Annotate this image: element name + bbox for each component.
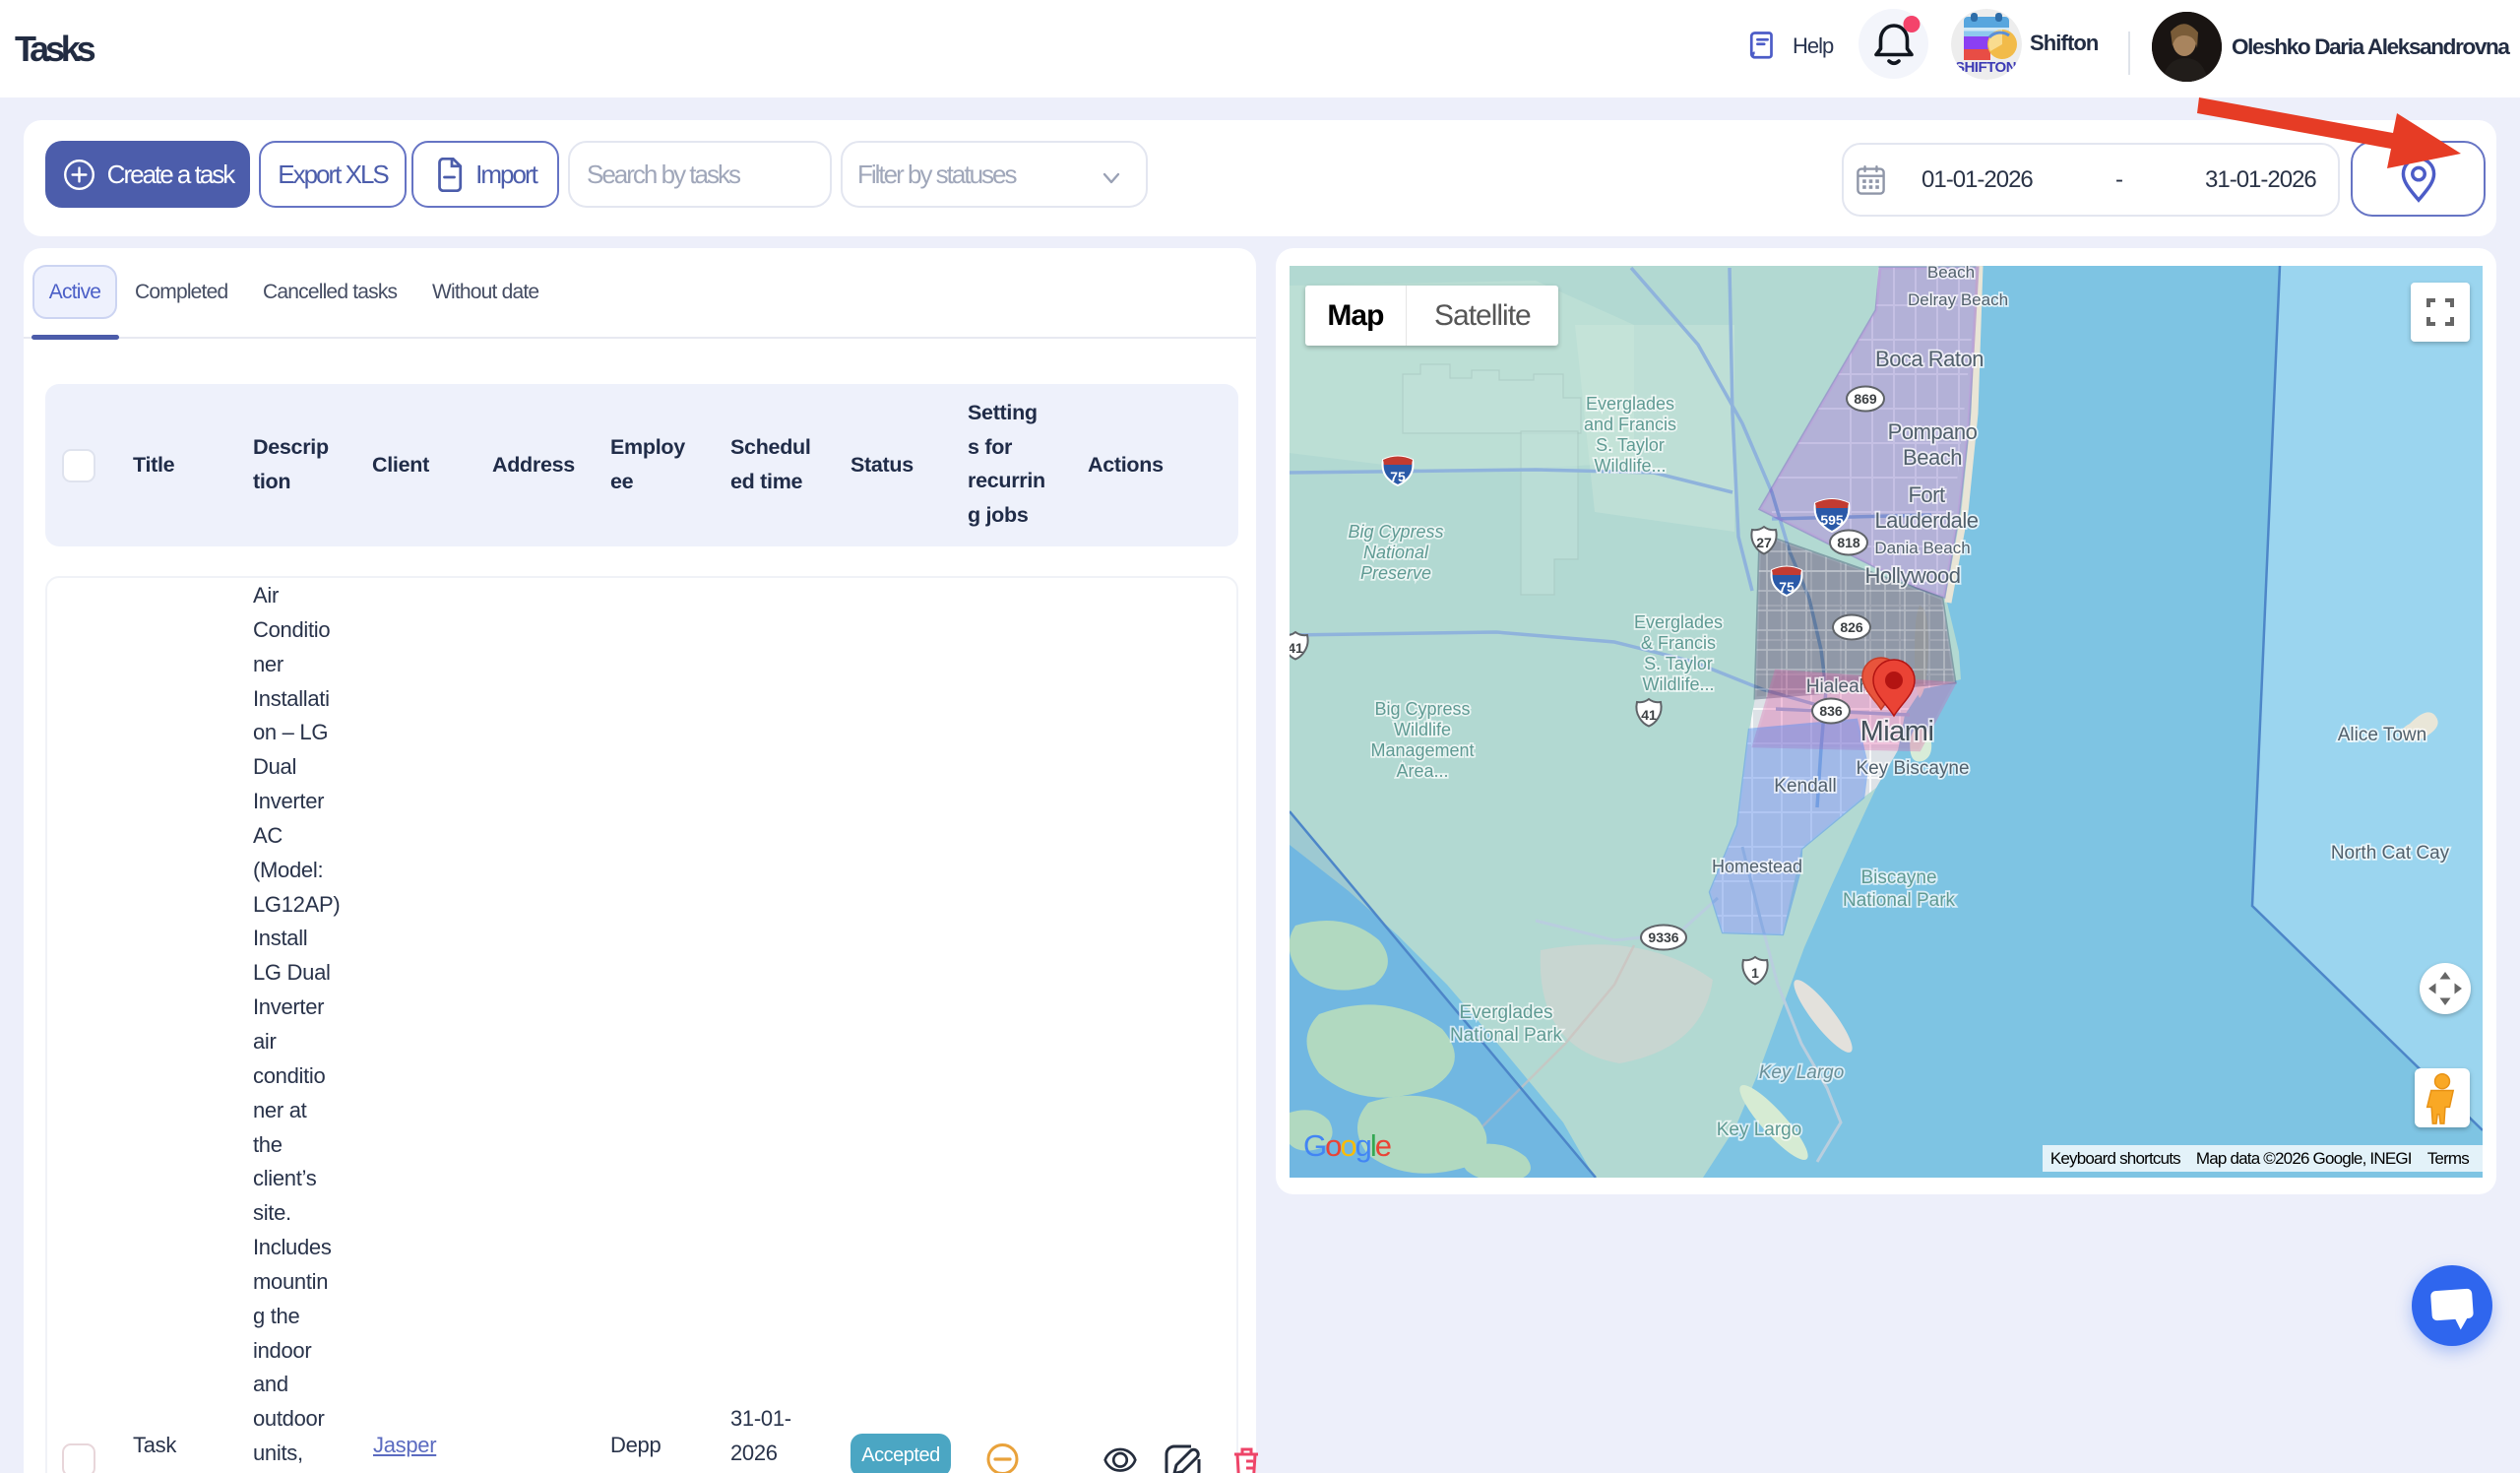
svg-text:75: 75 (1390, 469, 1406, 484)
svg-text:Lauderdale: Lauderdale (1874, 508, 1978, 533)
svg-text:Beach: Beach (1903, 445, 1962, 470)
svg-text:869: 869 (1854, 391, 1877, 407)
svg-text:Homestead: Homestead (1712, 857, 1802, 876)
svg-text:Big Cypress: Big Cypress (1348, 522, 1443, 542)
svg-text:S. Taylor: S. Taylor (1596, 435, 1665, 455)
svg-text:Beach: Beach (1927, 266, 1975, 282)
svg-text:Hialeah: Hialeah (1806, 676, 1869, 697)
svg-text:Wildlife: Wildlife (1394, 720, 1451, 739)
svg-text:836: 836 (1819, 703, 1843, 719)
svg-text:41: 41 (1290, 640, 1303, 656)
svg-text:Key Largo: Key Largo (1717, 1120, 1802, 1140)
svg-text:Everglades: Everglades (1459, 1002, 1552, 1023)
svg-text:Biscayne: Biscayne (1860, 867, 1936, 888)
svg-text:Preserve: Preserve (1360, 563, 1431, 583)
svg-text:595: 595 (1820, 512, 1844, 528)
svg-text:1: 1 (1751, 965, 1759, 981)
svg-text:Miami: Miami (1860, 716, 1934, 747)
svg-text:826: 826 (1840, 619, 1863, 635)
svg-text:Area...: Area... (1396, 761, 1448, 781)
svg-text:National Park: National Park (1450, 1025, 1563, 1046)
svg-text:Delray Beach: Delray Beach (1908, 290, 2008, 309)
svg-text:S. Taylor: S. Taylor (1644, 654, 1713, 673)
svg-text:Big Cypress: Big Cypress (1374, 699, 1470, 719)
svg-text:National Park: National Park (1843, 890, 1956, 911)
svg-text:Kendall: Kendall (1774, 776, 1836, 797)
svg-text:& Francis: & Francis (1641, 633, 1716, 653)
svg-text:Everglades: Everglades (1586, 394, 1674, 414)
svg-text:41: 41 (1641, 707, 1657, 723)
svg-text:Pompano: Pompano (1888, 419, 1978, 444)
svg-text:Alice Town: Alice Town (2338, 725, 2426, 745)
svg-text:818: 818 (1837, 535, 1860, 550)
svg-text:Hollywood: Hollywood (1865, 563, 1961, 588)
svg-text:SHIFTON: SHIFTON (1955, 59, 2016, 76)
svg-text:National: National (1363, 543, 1429, 562)
svg-text:Everglades: Everglades (1634, 612, 1723, 632)
svg-text:9336: 9336 (1648, 929, 1678, 945)
svg-text:North Cat Cay: North Cat Cay (2331, 843, 2450, 864)
svg-text:Management: Management (1370, 740, 1474, 760)
svg-text:Key Largo: Key Largo (1759, 1062, 1845, 1083)
svg-text:Boca Raton: Boca Raton (1875, 347, 1984, 371)
svg-text:Dania Beach: Dania Beach (1874, 539, 1970, 557)
svg-text:27: 27 (1756, 535, 1772, 550)
svg-text:Key Biscayne: Key Biscayne (1856, 758, 1969, 779)
svg-text:75: 75 (1779, 579, 1795, 595)
svg-text:Fort: Fort (1908, 482, 1945, 507)
svg-text:and Francis: and Francis (1584, 415, 1676, 434)
svg-text:Wildlife...: Wildlife... (1642, 674, 1714, 694)
svg-text:Wildlife...: Wildlife... (1594, 456, 1666, 476)
